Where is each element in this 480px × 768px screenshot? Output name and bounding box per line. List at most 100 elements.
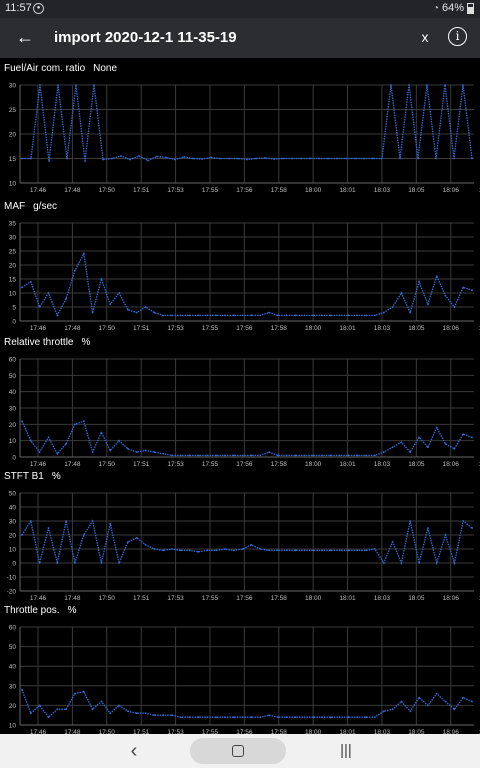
y-tick-label: 30 <box>9 683 17 690</box>
x-tick-label: 18:06 <box>443 325 460 332</box>
x-tick-label: 18:03 <box>374 461 391 468</box>
y-tick-label: 10 <box>9 723 17 730</box>
data-point <box>153 714 156 717</box>
data-point <box>197 454 200 457</box>
data-point <box>303 549 306 552</box>
data-point <box>338 549 341 552</box>
y-tick-label: 10 <box>9 547 17 554</box>
data-point <box>118 292 120 294</box>
data-point <box>309 157 311 160</box>
data-point <box>74 562 76 564</box>
chart-2[interactable]: MAF g/sec 0 5 10 15 20 25 30 35 17:46 17:48 17:50 17:… <box>0 201 480 335</box>
data-point <box>188 716 191 719</box>
nav-recents-button[interactable]: ||| <box>330 740 362 762</box>
data-point <box>47 716 50 719</box>
x-tick-label: 18:00 <box>305 461 322 468</box>
data-point <box>65 708 67 711</box>
chart-5[interactable]: Throttle pos.% 10 20 30 40 50 60 17:46 17:48 17:5… <box>0 605 480 739</box>
data-point <box>65 297 67 300</box>
data-point <box>65 443 67 445</box>
x-tick-label: 17:53 <box>167 325 184 332</box>
data-point <box>232 549 235 552</box>
data-point <box>47 527 50 529</box>
data-point <box>365 314 367 317</box>
data-point <box>462 520 465 522</box>
y-tick-label: 25 <box>9 107 17 114</box>
chart-svg[interactable]: 10203040506017:46 17:48 17:50 17:51 17:53 17:… <box>0 605 480 739</box>
data-point <box>162 549 165 552</box>
data-point <box>118 562 120 564</box>
data-point <box>144 712 147 715</box>
data-point <box>435 157 437 160</box>
data-point <box>264 157 266 159</box>
data-point <box>188 314 191 317</box>
data-point <box>156 155 158 158</box>
data-point <box>109 303 112 306</box>
chart-svg[interactable]: 0 10 20 30 40 50 60 17:46 17:48 17:50 17:51 17:53 17… <box>0 337 480 471</box>
series-line <box>21 251 473 317</box>
x-tick-label: 17:51 <box>133 461 150 468</box>
data-point <box>47 292 50 294</box>
data-point <box>285 549 288 552</box>
system-nav-bar: ‹ ||| <box>0 734 480 768</box>
chart-3[interactable]: Relative throttle% 0 10 20 30 40 50 60 17:46 17:4… <box>0 337 480 471</box>
y-tick-label: 10 <box>9 438 17 445</box>
data-point <box>294 549 297 552</box>
back-arrow-icon[interactable]: ← <box>13 25 37 49</box>
x-tick-label: 17:56 <box>236 595 253 602</box>
y-tick-label: 40 <box>9 389 17 396</box>
chart-1[interactable]: Fuel/Air com. ratio None 10 15 20 25 30 17:46 17… <box>0 63 480 197</box>
x-tick-label: 18:06 <box>443 187 460 194</box>
data-point <box>241 454 244 457</box>
chart-svg[interactable]: 0 5 10 15 20 25 30 35 17:46 17:48 17:50 17:51 17:53 1… <box>0 201 480 335</box>
data-point <box>255 157 257 160</box>
data-point <box>232 314 235 317</box>
data-point <box>356 549 359 552</box>
y-tick-label: 0 <box>12 319 16 326</box>
data-point <box>21 157 23 160</box>
data-point <box>453 447 456 450</box>
data-point <box>259 548 262 550</box>
data-point <box>259 454 262 457</box>
data-point <box>135 451 138 453</box>
y-tick-label: 35 <box>9 221 17 228</box>
nav-back-button[interactable]: ‹ <box>118 740 150 762</box>
chart-svg[interactable]: 10 15 20 25 30 17:46 17:48 17:50 17:51 17:53 17:55… <box>0 63 480 197</box>
data-point <box>453 306 456 308</box>
data-point <box>318 157 320 160</box>
data-point <box>241 314 244 317</box>
close-button[interactable]: x <box>418 29 432 45</box>
data-point <box>165 156 167 159</box>
data-point <box>174 158 176 161</box>
notification-icon: ● <box>33 3 44 14</box>
chart-4[interactable]: STFT B1% -20 -10 0 10 20 30 40 50 17:46 17:48 17:50… <box>0 471 480 605</box>
nav-home-button[interactable] <box>190 738 286 764</box>
y-tick-label: 60 <box>9 357 17 364</box>
data-point <box>338 314 341 317</box>
data-point <box>409 520 412 522</box>
data-point <box>179 716 182 719</box>
data-point <box>39 84 41 86</box>
y-tick-label: 10 <box>9 181 17 188</box>
data-point <box>250 543 253 546</box>
data-point <box>321 549 323 552</box>
x-tick-label: 17:46 <box>30 595 47 602</box>
info-icon[interactable]: i <box>448 27 467 46</box>
data-point <box>418 562 420 564</box>
data-point <box>250 314 253 317</box>
x-tick-label: 18:05 <box>408 595 425 602</box>
x-tick-label: 18:01 <box>339 325 356 332</box>
data-point <box>224 454 226 457</box>
data-point <box>374 716 376 719</box>
data-point <box>153 311 156 314</box>
data-point <box>162 714 165 717</box>
data-point <box>400 292 403 294</box>
data-point <box>232 716 235 719</box>
data-point <box>329 314 332 317</box>
data-point <box>38 306 41 308</box>
data-point <box>56 314 59 317</box>
data-point <box>462 696 465 699</box>
chart-svg[interactable]: -20 -10 0 10 20 30 40 50 17:46 17:48 17:50 17:51 17:… <box>0 471 480 605</box>
data-point <box>400 700 403 703</box>
data-point <box>29 280 32 283</box>
